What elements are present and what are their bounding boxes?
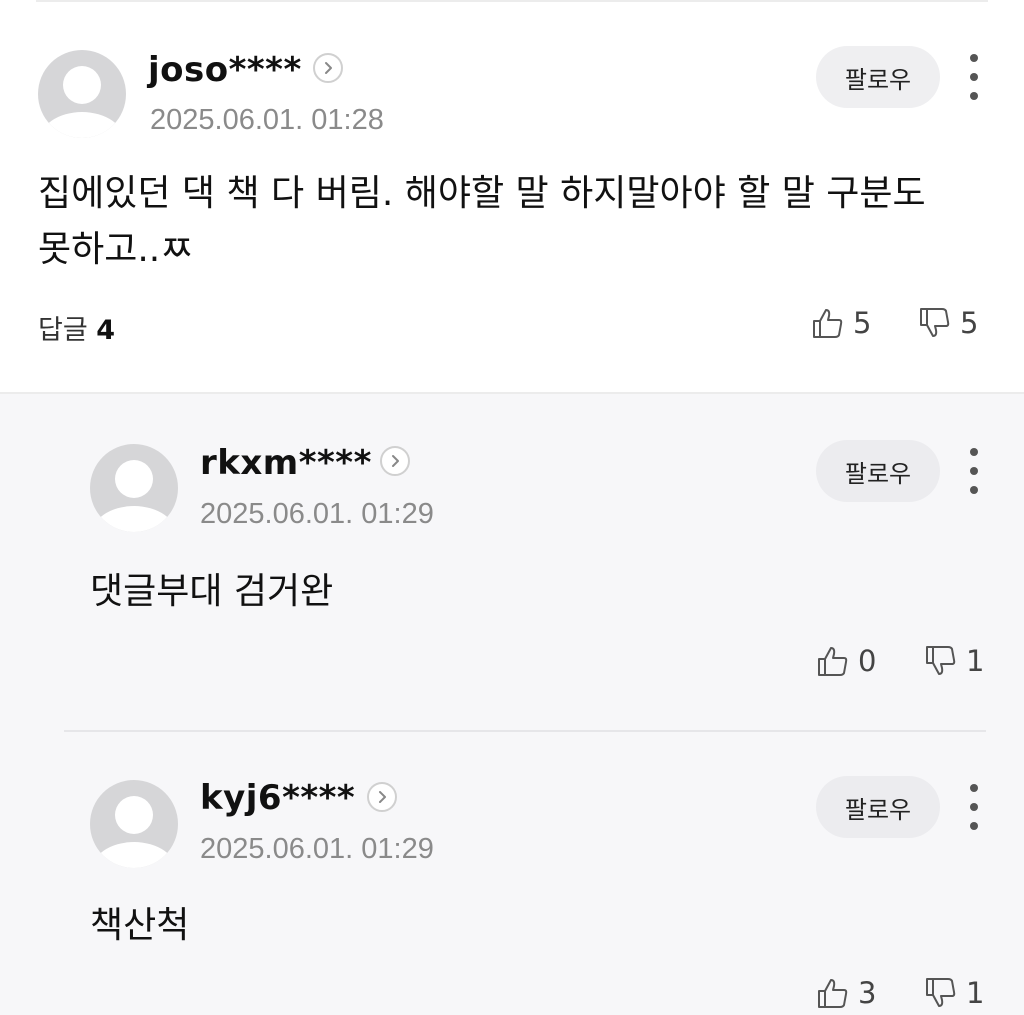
- username[interactable]: kyj6****: [200, 778, 355, 818]
- dislike-button[interactable]: 1: [924, 976, 984, 1010]
- dislike-button[interactable]: 1: [924, 644, 984, 678]
- avatar[interactable]: [90, 780, 178, 868]
- avatar-head: [115, 460, 153, 498]
- thumbs-up-icon: [813, 309, 843, 338]
- timestamp: 2025.06.01. 01:29: [200, 498, 434, 530]
- avatar-body: [39, 112, 125, 138]
- like-button[interactable]: 0: [816, 644, 876, 678]
- avatar[interactable]: [90, 444, 178, 532]
- like-count: 3: [858, 976, 877, 1010]
- dislike-count: 1: [966, 976, 985, 1010]
- username[interactable]: joso****: [148, 50, 302, 90]
- reply-label: 답글: [38, 315, 88, 346]
- chevron-right-icon[interactable]: [313, 53, 343, 83]
- avatar-body: [91, 506, 177, 532]
- chevron-right-icon[interactable]: [380, 446, 410, 476]
- username[interactable]: rkxm****: [200, 443, 372, 483]
- comment-text: 댓글부대 검거완: [90, 571, 334, 612]
- like-button[interactable]: 3: [816, 976, 876, 1010]
- like-button[interactable]: 5: [811, 306, 871, 340]
- follow-button[interactable]: 팔로우: [816, 440, 940, 502]
- thumbs-down-icon: [926, 978, 956, 1007]
- follow-button[interactable]: 팔로우: [816, 46, 940, 108]
- timestamp: 2025.06.01. 01:29: [200, 833, 434, 865]
- more-vertical-icon[interactable]: [962, 784, 986, 830]
- comment-item: joso**** 2025.06.01. 01:28 팔로우 집에있던 댁 책 …: [0, 0, 1024, 392]
- avatar-body: [91, 842, 177, 868]
- reply-item: kyj6**** 2025.06.01. 01:29 팔로우 책산척 3 1: [0, 732, 1024, 1015]
- avatar-head: [63, 66, 101, 104]
- timestamp: 2025.06.01. 01:28: [150, 104, 384, 136]
- comment-text: 책산척: [90, 905, 190, 946]
- thumbs-up-icon: [818, 979, 848, 1008]
- dislike-count: 5: [960, 306, 979, 340]
- dislike-count: 1: [966, 644, 985, 678]
- more-vertical-icon[interactable]: [962, 54, 986, 100]
- thumbs-down-icon: [926, 646, 956, 675]
- follow-button[interactable]: 팔로우: [816, 776, 940, 838]
- thumbs-down-icon: [920, 308, 950, 337]
- replies-section: rkxm**** 2025.06.01. 01:29 팔로우 댓글부대 검거완 …: [0, 392, 1024, 1015]
- more-vertical-icon[interactable]: [962, 448, 986, 494]
- chevron-right-icon[interactable]: [367, 782, 397, 812]
- like-count: 5: [853, 306, 872, 340]
- reply-count: 4: [96, 315, 116, 346]
- dislike-button[interactable]: 5: [918, 306, 978, 340]
- like-count: 0: [858, 644, 877, 678]
- comment-text: 집에있던 댁 책 다 버림. 해야할 말 하지말아야 할 말 구분도 못하고..…: [38, 173, 926, 270]
- avatar[interactable]: [38, 50, 126, 138]
- avatar-head: [115, 796, 153, 834]
- reply-item: rkxm**** 2025.06.01. 01:29 팔로우 댓글부대 검거완 …: [0, 394, 1024, 730]
- reply-toggle[interactable]: 답글 4: [38, 308, 115, 347]
- thumbs-up-icon: [818, 647, 848, 676]
